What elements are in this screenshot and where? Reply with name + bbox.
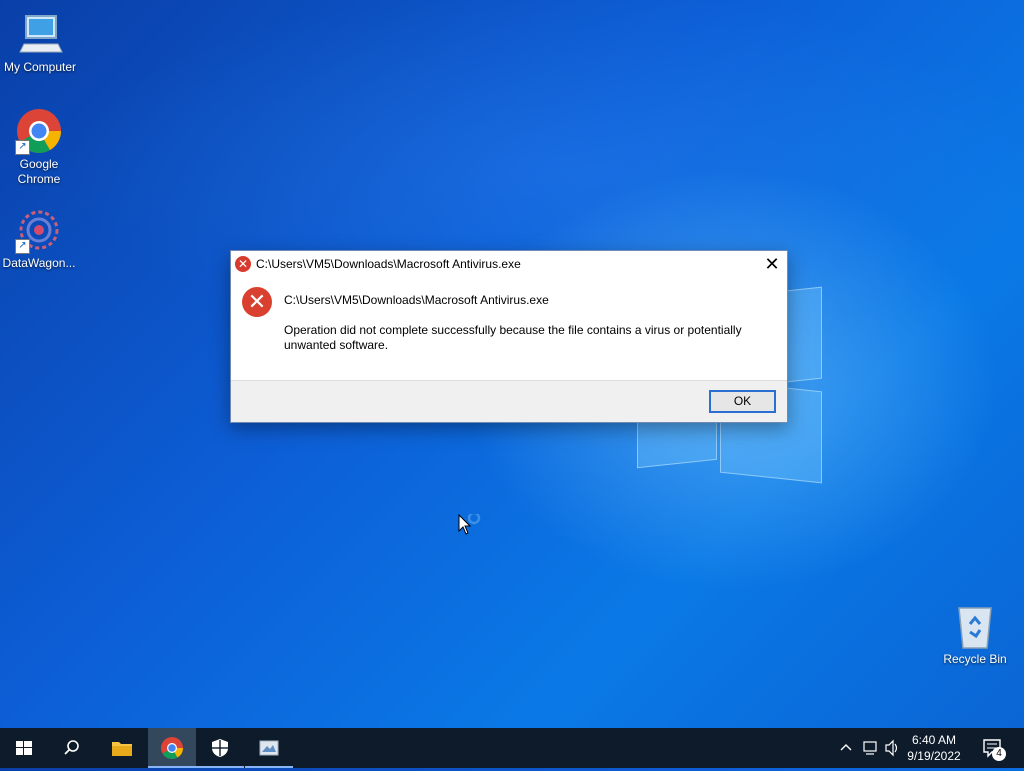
start-button[interactable] (0, 728, 48, 768)
error-icon: ✕ (242, 287, 272, 317)
notification-count-badge: 4 (992, 747, 1006, 761)
taskbar-app[interactable] (245, 728, 293, 768)
clock[interactable]: 6:40 AM 9/19/2022 (899, 732, 969, 764)
shortcut-arrow-icon: ↗ (15, 140, 30, 155)
datawagon-icon: ↗ (15, 206, 63, 254)
taskbar: 6:40 AM 9/19/2022 4 (0, 728, 1024, 768)
desktop-icon-my-computer[interactable]: My Computer (0, 10, 80, 75)
chrome-icon (161, 737, 183, 759)
ok-button[interactable]: OK (709, 390, 776, 413)
taskbar-security[interactable] (196, 728, 244, 768)
security-icon (212, 739, 228, 757)
chrome-icon: ↗ (15, 107, 63, 155)
taskbar-chrome[interactable] (148, 728, 196, 768)
dialog-message: Operation did not complete successfully … (284, 323, 742, 352)
network-icon[interactable] (863, 741, 877, 755)
desktop-icon-google-chrome[interactable]: ↗ Google Chrome (0, 107, 79, 187)
volume-icon[interactable] (885, 739, 898, 757)
chevron-up-icon[interactable] (840, 744, 852, 751)
dialog-titlebar[interactable]: ✕ C:\Users\VM5\Downloads\Macrosoft Antiv… (231, 251, 787, 277)
desktop-icon-label: My Computer (3, 60, 77, 74)
clock-time: 6:40 AM (911, 733, 957, 747)
desktop-icon-label: Google Chrome (17, 157, 61, 186)
dialog-footer: OK (231, 380, 787, 422)
clock-date: 9/19/2022 (907, 749, 961, 763)
busy-cursor-icon (458, 511, 486, 543)
error-icon: ✕ (235, 256, 251, 272)
start-icon (16, 741, 32, 755)
dialog-heading: C:\Users\VM5\Downloads\Macrosoft Antivir… (284, 293, 549, 307)
app-icon (259, 740, 279, 756)
desktop-icon-label: DataWagon... (2, 256, 76, 270)
close-button[interactable]: ✕ (757, 251, 787, 277)
computer-icon (16, 10, 64, 58)
desktop-icon-recycle-bin[interactable]: Recycle Bin (935, 602, 1015, 667)
recycle-bin-icon (951, 602, 999, 650)
desktop-icon-datawagon[interactable]: ↗ DataWagon... (0, 206, 79, 271)
desktop-icon-label: Recycle Bin (943, 652, 1007, 666)
error-dialog: ✕ C:\Users\VM5\Downloads\Macrosoft Antiv… (230, 250, 788, 423)
file-explorer-icon (112, 742, 132, 756)
shortcut-arrow-icon: ↗ (15, 239, 30, 254)
search-icon (64, 740, 79, 755)
system-tray (836, 728, 906, 768)
taskbar-file-explorer[interactable] (98, 728, 146, 768)
search-button[interactable] (48, 728, 96, 768)
dialog-title: C:\Users\VM5\Downloads\Macrosoft Antivir… (256, 257, 521, 271)
